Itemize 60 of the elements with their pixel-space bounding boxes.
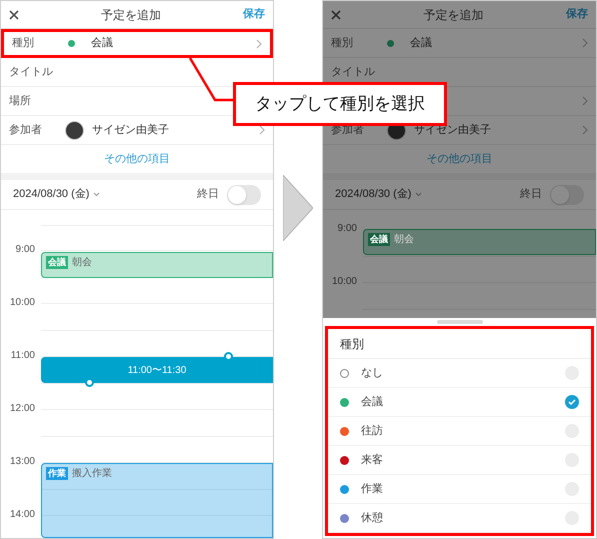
field-label: 場所 <box>9 94 31 107</box>
screen-title: 予定を追加 <box>422 6 484 24</box>
hour-label: 12:00 <box>8 402 35 416</box>
category-label: なし <box>361 366 383 381</box>
avatar-icon <box>65 120 84 140</box>
event-title: 朝会 <box>72 256 92 269</box>
arrow-right-icon <box>283 175 313 241</box>
sheet-title: 種別 <box>340 336 364 352</box>
field-label: 種別 <box>331 36 353 49</box>
category-label: 作業 <box>361 482 383 497</box>
event-block[interactable]: 会議 朝会 <box>363 229 596 255</box>
event-block[interactable]: 作業 搬入作業 <box>41 463 273 538</box>
category-option[interactable]: 来客 <box>328 446 591 475</box>
category-option[interactable]: 休憩 <box>328 504 591 533</box>
field-label: 参加者 <box>9 124 42 136</box>
event-title: 搬入作業 <box>72 467 112 480</box>
hour-label: 11:00 <box>10 349 35 363</box>
event-block[interactable]: 会議 朝会 <box>41 252 273 278</box>
highlighted-row[interactable]: 種別 会議 <box>1 29 273 58</box>
dropdown-caret-icon <box>415 192 422 197</box>
all-day-toggle[interactable] <box>227 184 261 204</box>
category-option[interactable]: なし <box>328 359 591 388</box>
hour-label: 9:00 <box>14 243 35 257</box>
field-value: サイゼン由美子 <box>92 122 169 138</box>
category-label: 来客 <box>361 452 383 468</box>
field-label: タイトル <box>9 66 53 78</box>
close-icon[interactable] <box>331 10 341 20</box>
hour-label: 10:00 <box>330 275 357 289</box>
date-selector[interactable]: 2024/08/30 (金) <box>335 186 412 203</box>
hour-label: 13:00 <box>8 455 35 469</box>
field-value: 会議 <box>91 36 113 52</box>
screen-title: 予定を追加 <box>100 6 162 24</box>
category-label: 往訪 <box>361 424 383 439</box>
category-option[interactable]: 会議 <box>328 388 591 417</box>
event-tag: 作業 <box>46 467 68 480</box>
event-title: 朝会 <box>394 233 414 246</box>
form-row[interactable]: 種別 会議 <box>323 29 596 58</box>
all-day-label: 終日 <box>520 187 542 202</box>
hour-label: 14:00 <box>8 508 35 522</box>
field-label: 種別 <box>12 37 34 50</box>
drag-handle[interactable] <box>85 378 94 387</box>
hour-label: 9:00 <box>336 222 357 236</box>
drag-handle[interactable] <box>224 352 233 361</box>
category-label: 会議 <box>361 394 383 410</box>
all-day-label: 終日 <box>197 187 219 202</box>
date-selector[interactable]: 2024/08/30 (金) <box>13 186 90 203</box>
all-day-toggle[interactable] <box>550 184 584 204</box>
sheet-handle[interactable] <box>436 320 482 324</box>
checked-radio-icon[interactable] <box>565 395 579 409</box>
field-value: 会議 <box>410 36 432 51</box>
event-tag: 会議 <box>46 256 68 269</box>
event-tag: 会議 <box>368 233 390 246</box>
close-icon[interactable] <box>9 10 19 20</box>
selection-time: 11:00〜11:30 <box>128 364 186 378</box>
category-option[interactable]: 往訪 <box>328 417 591 446</box>
dropdown-caret-icon <box>93 192 100 197</box>
category-label: 休憩 <box>361 510 383 526</box>
category-option[interactable]: 作業 <box>328 475 591 504</box>
field-label: タイトル <box>331 66 375 78</box>
hour-label: 10:00 <box>8 296 35 310</box>
